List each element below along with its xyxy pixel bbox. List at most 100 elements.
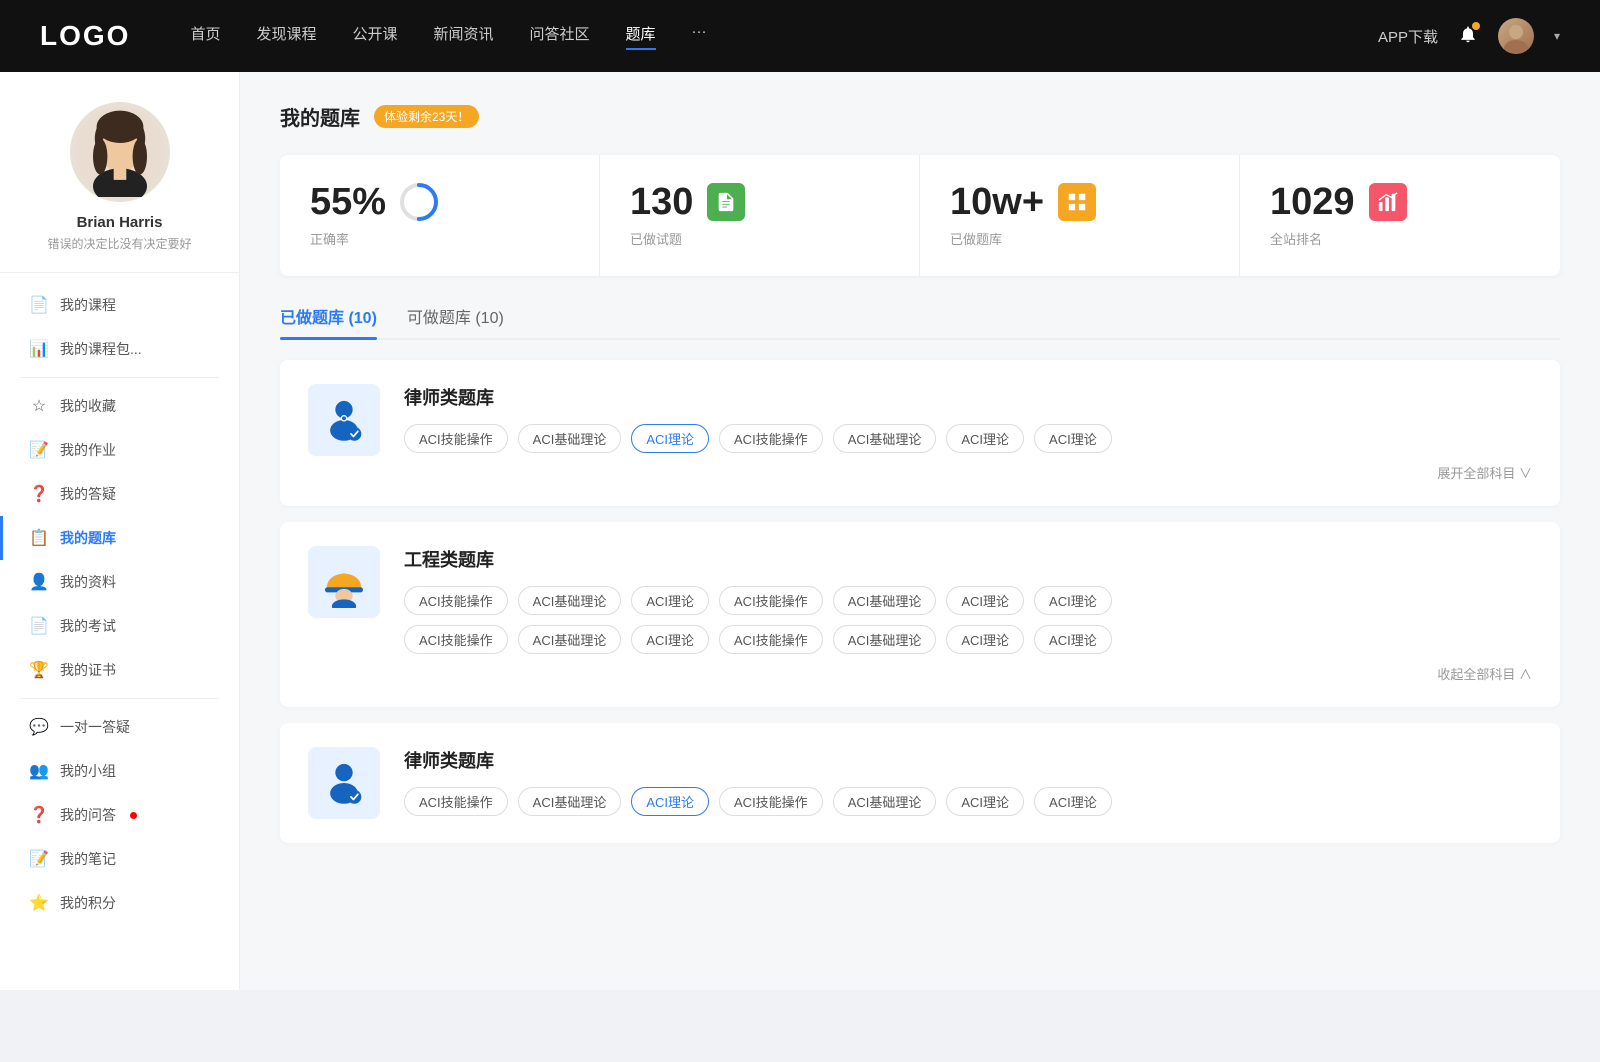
tag-item[interactable]: ACI理论 — [631, 586, 709, 615]
tag-item[interactable]: ACI理论 — [946, 625, 1024, 654]
sidebar-item-profile[interactable]: 👤 我的资料 — [0, 560, 239, 604]
tag-item[interactable]: ACI基础理论 — [833, 424, 937, 453]
sidebar-item-label: 我的小组 — [60, 761, 116, 781]
tag-item[interactable]: ACI技能操作 — [404, 424, 508, 453]
done-banks-label: 已做题库 — [950, 229, 1209, 248]
done-questions-value: 130 — [630, 183, 693, 221]
tag-item[interactable]: ACI理论 — [1034, 625, 1112, 654]
notification-bell[interactable] — [1458, 24, 1478, 48]
sidebar-item-one-on-one[interactable]: 💬 一对一答疑 — [0, 705, 239, 749]
sidebar: Brian Harris 错误的决定比没有决定要好 📄 我的课程 📊 我的课程包… — [0, 72, 240, 990]
favorites-icon: ☆ — [30, 397, 48, 415]
logo: LOGO — [40, 20, 130, 52]
one-on-one-icon: 💬 — [30, 718, 48, 736]
sidebar-item-label: 我的答疑 — [60, 484, 116, 504]
tag-item[interactable]: ACI技能操作 — [404, 787, 508, 816]
expand-link-2[interactable]: 收起全部科目 ∧ — [404, 664, 1532, 683]
nav-question-bank[interactable]: 题库 — [626, 23, 656, 50]
nav-home[interactable]: 首页 — [190, 23, 220, 50]
stats-row: 55% 正确率 130 — [280, 155, 1560, 276]
tag-item[interactable]: ACI基础理论 — [833, 625, 937, 654]
sidebar-menu: 📄 我的课程 📊 我的课程包... ☆ 我的收藏 📝 我的作业 ❓ 我的答疑 � — [0, 283, 239, 925]
tag-item[interactable]: ACI理论 — [946, 787, 1024, 816]
stat-card-ranking: 1029 全站排名 — [1240, 155, 1560, 276]
tags-row-engineer-2: ACI技能操作 ACI基础理论 ACI理论 ACI技能操作 ACI基础理论 AC… — [404, 625, 1532, 654]
stat-top: 10w+ — [950, 183, 1209, 221]
sidebar-item-question-bank[interactable]: 📋 我的题库 — [0, 516, 239, 560]
nav-qa[interactable]: 问答社区 — [530, 23, 590, 50]
page-title: 我的题库 — [280, 102, 360, 131]
sidebar-item-favorites[interactable]: ☆ 我的收藏 — [0, 384, 239, 428]
tag-item[interactable]: ACI理论 — [1034, 787, 1112, 816]
sidebar-item-label: 我的课程包... — [60, 339, 142, 359]
nav-discover[interactable]: 发现课程 — [256, 23, 316, 50]
tag-item[interactable]: ACI技能操作 — [719, 586, 823, 615]
stat-top: 1029 — [1270, 183, 1530, 221]
tag-item[interactable]: ACI理论 — [946, 586, 1024, 615]
profile-icon: 👤 — [30, 573, 48, 591]
tab-available-banks[interactable]: 可做题库 (10) — [407, 304, 504, 338]
sidebar-item-label: 我的积分 — [60, 893, 116, 913]
sidebar-item-exam[interactable]: 📄 我的考试 — [0, 604, 239, 648]
nav-more[interactable]: ··· — [692, 23, 707, 50]
stat-card-done-banks: 10w+ 已做题库 — [920, 155, 1240, 276]
nav-right: APP下载 ▾ — [1378, 18, 1560, 54]
qbank-card-lawyer-2: 律师类题库 ACI技能操作 ACI基础理论 ACI理论 ACI技能操作 ACI基… — [280, 723, 1560, 843]
tag-item[interactable]: ACI技能操作 — [719, 625, 823, 654]
nav-links: 首页 发现课程 公开课 新闻资讯 问答社区 题库 ··· — [190, 23, 1378, 50]
stat-top: 130 — [630, 183, 889, 221]
sidebar-item-homework[interactable]: 📝 我的作业 — [0, 428, 239, 472]
tag-item[interactable]: ACI技能操作 — [404, 586, 508, 615]
tag-item[interactable]: ACI基础理论 — [518, 787, 622, 816]
sidebar-item-certificate[interactable]: 🏆 我的证书 — [0, 648, 239, 692]
tag-item[interactable]: ACI理论 — [631, 625, 709, 654]
sidebar-item-notes[interactable]: 📝 我的笔记 — [0, 837, 239, 881]
tag-item-active[interactable]: ACI理论 — [631, 787, 709, 816]
sidebar-item-points[interactable]: ⭐ 我的积分 — [0, 881, 239, 925]
tags-row-engineer-1: ACI技能操作 ACI基础理论 ACI理论 ACI技能操作 ACI基础理论 AC… — [404, 586, 1532, 615]
exam-icon: 📄 — [30, 617, 48, 635]
profile-name: Brian Harris — [77, 214, 163, 231]
profile-avatar — [70, 102, 170, 202]
tag-item[interactable]: ACI基础理论 — [833, 787, 937, 816]
tag-item[interactable]: ACI理论 — [1034, 586, 1112, 615]
accuracy-label: 正确率 — [310, 229, 569, 248]
qbank-title: 律师类题库 — [404, 747, 1532, 773]
expand-link-1[interactable]: 展开全部科目 ∨ — [404, 463, 1532, 482]
sidebar-item-my-courses[interactable]: 📄 我的课程 — [0, 283, 239, 327]
qbank-header: 工程类题库 ACI技能操作 ACI基础理论 ACI理论 ACI技能操作 ACI基… — [308, 546, 1532, 683]
sidebar-item-course-package[interactable]: 📊 我的课程包... — [0, 327, 239, 371]
lawyer-person-icon — [318, 394, 370, 446]
notification-dot — [1472, 22, 1480, 30]
sidebar-profile: Brian Harris 错误的决定比没有决定要好 — [0, 102, 239, 273]
done-questions-label: 已做试题 — [630, 229, 889, 248]
ranking-icon — [1369, 183, 1407, 221]
app-download-btn[interactable]: APP下载 — [1378, 26, 1438, 47]
page-header: 我的题库 体验剩余23天！ — [280, 102, 1560, 131]
avatar-chevron-icon[interactable]: ▾ — [1554, 29, 1560, 43]
tag-item[interactable]: ACI基础理论 — [833, 586, 937, 615]
tag-item[interactable]: ACI基础理论 — [518, 586, 622, 615]
tab-done-banks[interactable]: 已做题库 (10) — [280, 304, 377, 338]
tag-item[interactable]: ACI技能操作 — [719, 787, 823, 816]
nav-open-course[interactable]: 公开课 — [352, 23, 397, 50]
avatar[interactable] — [1498, 18, 1534, 54]
tag-item[interactable]: ACI技能操作 — [404, 625, 508, 654]
sidebar-item-qa[interactable]: ❓ 我的答疑 — [0, 472, 239, 516]
ranking-label: 全站排名 — [1270, 229, 1530, 248]
qbank-icon-engineer — [308, 546, 380, 618]
profile-motto: 错误的决定比没有决定要好 — [47, 235, 191, 252]
my-courses-icon: 📄 — [30, 296, 48, 314]
sidebar-item-group[interactable]: 👥 我的小组 — [0, 749, 239, 793]
nav-news[interactable]: 新闻资讯 — [434, 23, 494, 50]
tag-item[interactable]: ACI理论 — [1034, 424, 1112, 453]
tag-item[interactable]: ACI技能操作 — [719, 424, 823, 453]
accuracy-value: 55% — [310, 183, 386, 221]
qbank-header: 律师类题库 ACI技能操作 ACI基础理论 ACI理论 ACI技能操作 ACI基… — [308, 384, 1532, 482]
tag-item[interactable]: ACI基础理论 — [518, 625, 622, 654]
tag-item-active[interactable]: ACI理论 — [631, 424, 709, 453]
tag-item[interactable]: ACI理论 — [946, 424, 1024, 453]
tag-item[interactable]: ACI基础理论 — [518, 424, 622, 453]
sidebar-item-my-qa[interactable]: ❓ 我的问答 — [0, 793, 239, 837]
course-package-icon: 📊 — [30, 340, 48, 358]
